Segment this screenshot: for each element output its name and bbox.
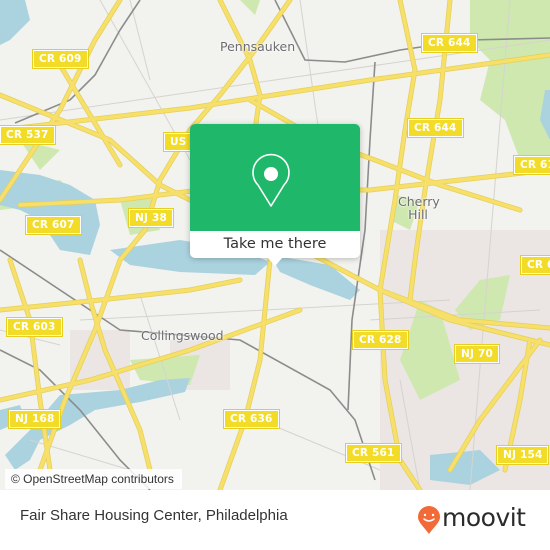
road-shield-cr-616: CR 616 [513,155,550,175]
take-me-there-button[interactable]: Take me there [190,231,360,258]
road-shield-cr-636: CR 636 [223,409,280,429]
road-shield-cr-607: CR 607 [25,215,82,235]
road-shield-nj-154: NJ 154 [495,445,550,465]
road-shield-cr-644: CR 644 [421,33,478,53]
place-label-pennsauken: Pennsauken [220,39,296,54]
moovit-pin-smile-icon [418,506,440,534]
map-pin-icon [252,153,290,207]
map-attribution[interactable]: © OpenStreetMap contributors [5,469,182,489]
road-shield-cr-537: CR 537 [0,125,56,145]
place-label-cherry-hill-line2: Hill [408,207,428,222]
road-shield-cr-609: CR 609 [32,49,89,69]
place-label-collingswood: Collingswood [141,328,224,343]
popup-pointer [267,257,283,266]
footer-bar: Fair Share Housing Center, Philadelphia … [0,490,550,550]
road-shield-cr-628: CR 628 [352,330,409,350]
road-shield-nj-168: NJ 168 [7,409,62,429]
road-shield-cr-644: CR 644 [407,118,464,138]
location-popup: Take me there [190,124,360,266]
road-shield-cr-561: CR 561 [345,443,402,463]
popup-header [190,124,360,231]
road-shield-nj-70: NJ 70 [454,344,500,364]
road-shield-cr-6: CR 6 [520,255,550,275]
map-canvas[interactable]: Pennsauken Cherry Hill Collingswood CR 6… [0,0,550,490]
road-shield-cr-603: CR 603 [6,317,63,337]
location-title: Fair Share Housing Center, Philadelphia [20,507,288,524]
road-shield-us: US [163,132,194,152]
moovit-wordmark: moovit [442,503,526,532]
road-shield-nj-38: NJ 38 [128,208,174,228]
